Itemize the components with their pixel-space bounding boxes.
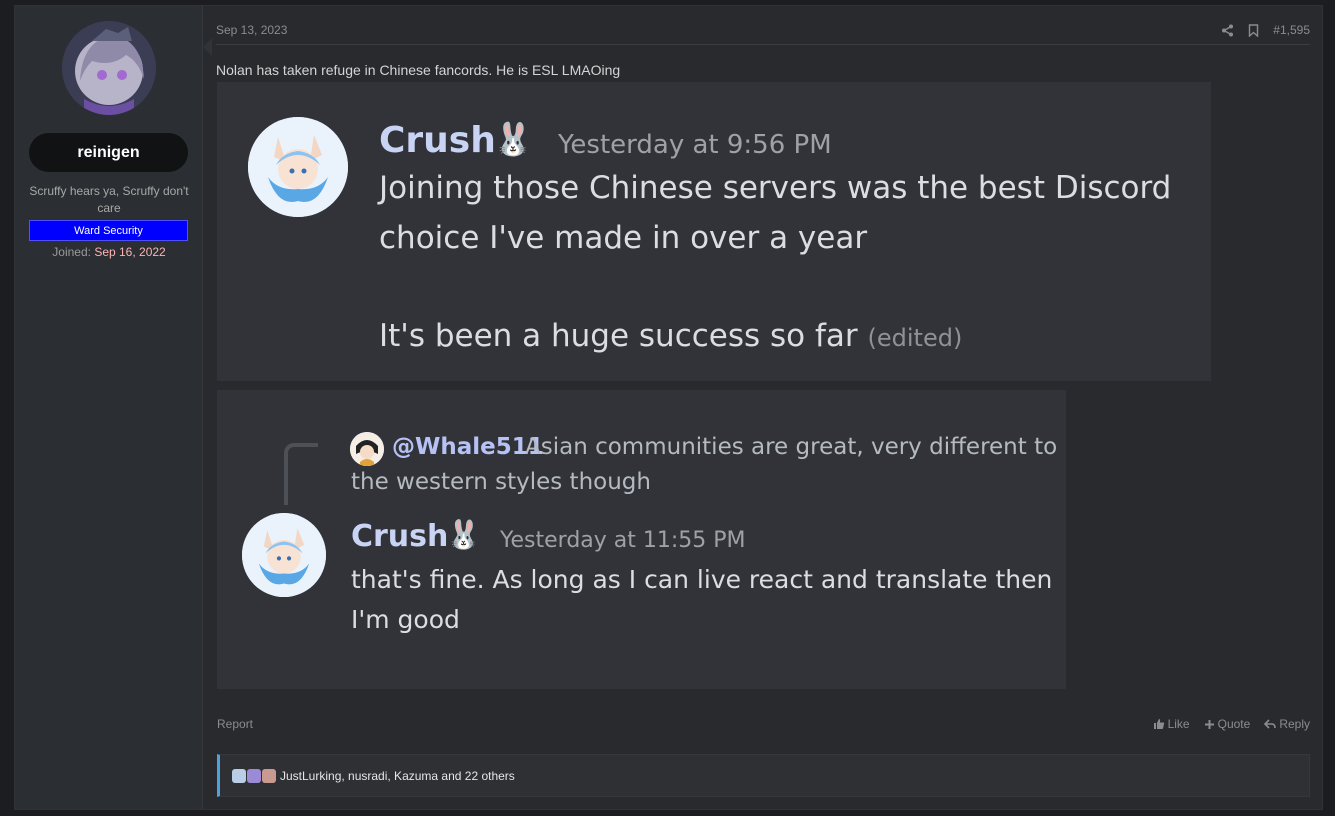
reply-preview-text: Asian communities are great, very differ… [525,434,1058,460]
reply-avatar [350,432,384,466]
discord-message-line: I'm good [351,605,460,634]
edited-tag: (edited) [867,324,963,352]
post-actions: Like Quote Reply [1153,717,1310,731]
reply-label: Reply [1279,717,1310,731]
bunny-emoji-icon: 🐰 [446,518,481,551]
post-date[interactable]: Sep 13, 2023 [216,23,287,37]
user-info-pane: reinigen Scruffy hears ya, Scruffy don't… [15,6,203,809]
discord-message-line: choice I've made in over a year [379,220,868,256]
post-message: Nolan has taken refuge in Chinese fancor… [216,62,621,78]
reply-preview-text: the western styles though [351,469,651,495]
joined-label: Joined: [52,245,91,259]
like-label: Like [1167,717,1190,731]
post-tools: #1,595 [1221,20,1310,40]
bunny-emoji-icon: 🐰 [493,120,533,158]
username[interactable]: reinigen [29,133,188,172]
reply-arrow-icon [1264,718,1277,729]
user-banner: Ward Security [29,220,188,241]
thumbs-up-icon [1153,719,1164,729]
discord-avatar [248,117,348,217]
discord-screenshot-1: Crush 🐰 Yesterday at 9:56 PM Joining tho… [217,82,1211,381]
post-header: Sep 13, 2023 #1,595 [216,20,1310,45]
share-icon[interactable] [1221,24,1234,37]
post-number[interactable]: #1,595 [1273,23,1310,37]
reply-connector [284,443,318,505]
reactor-avatar [232,768,246,783]
discord-timestamp: Yesterday at 9:56 PM [558,130,832,160]
avatar-image [62,21,156,115]
joined-date: Sep 16, 2022 [94,245,166,259]
discord-screenshot-2: @Whale511 Asian communities are great, v… [217,390,1066,689]
quote-label: Quote [1217,717,1251,731]
discord-avatar [242,513,326,597]
discord-author: Crush [379,120,496,161]
like-button[interactable]: Like [1153,717,1190,731]
bookmark-icon[interactable] [1248,23,1259,37]
reactor-avatar [247,768,261,783]
report-link[interactable]: Report [217,717,253,731]
plus-icon [1204,719,1214,729]
quote-button[interactable]: Quote [1204,717,1251,731]
post-main: Sep 13, 2023 #1,595 Nolan has taken refu… [216,6,1322,809]
discord-message-line: that's fine. As long as I can live react… [351,565,1053,594]
user-title: Scruffy hears ya, Scruffy don't care [29,184,189,215]
discord-author: Crush [351,519,449,554]
reply-button[interactable]: Reply [1264,717,1310,731]
message-arrow [203,38,212,56]
discord-message-text: It's been a huge success so far [379,318,858,354]
discord-message-line: Joining those Chinese servers was the be… [379,170,1172,206]
reply-mention: @Whale511 [392,434,544,460]
avatar[interactable] [62,21,156,115]
joined-info: Joined: Sep 16, 2022 [23,245,195,259]
discord-message-line: It's been a huge success so far (edited) [379,318,962,354]
discord-timestamp: Yesterday at 11:55 PM [500,528,746,553]
forum-post: reinigen Scruffy hears ya, Scruffy don't… [14,5,1323,810]
reactions-text[interactable]: JustLurking, nusradi, Kazuma and 22 othe… [280,769,515,783]
reactor-avatar [262,768,276,783]
reactions-bar[interactable]: JustLurking, nusradi, Kazuma and 22 othe… [217,754,1310,797]
